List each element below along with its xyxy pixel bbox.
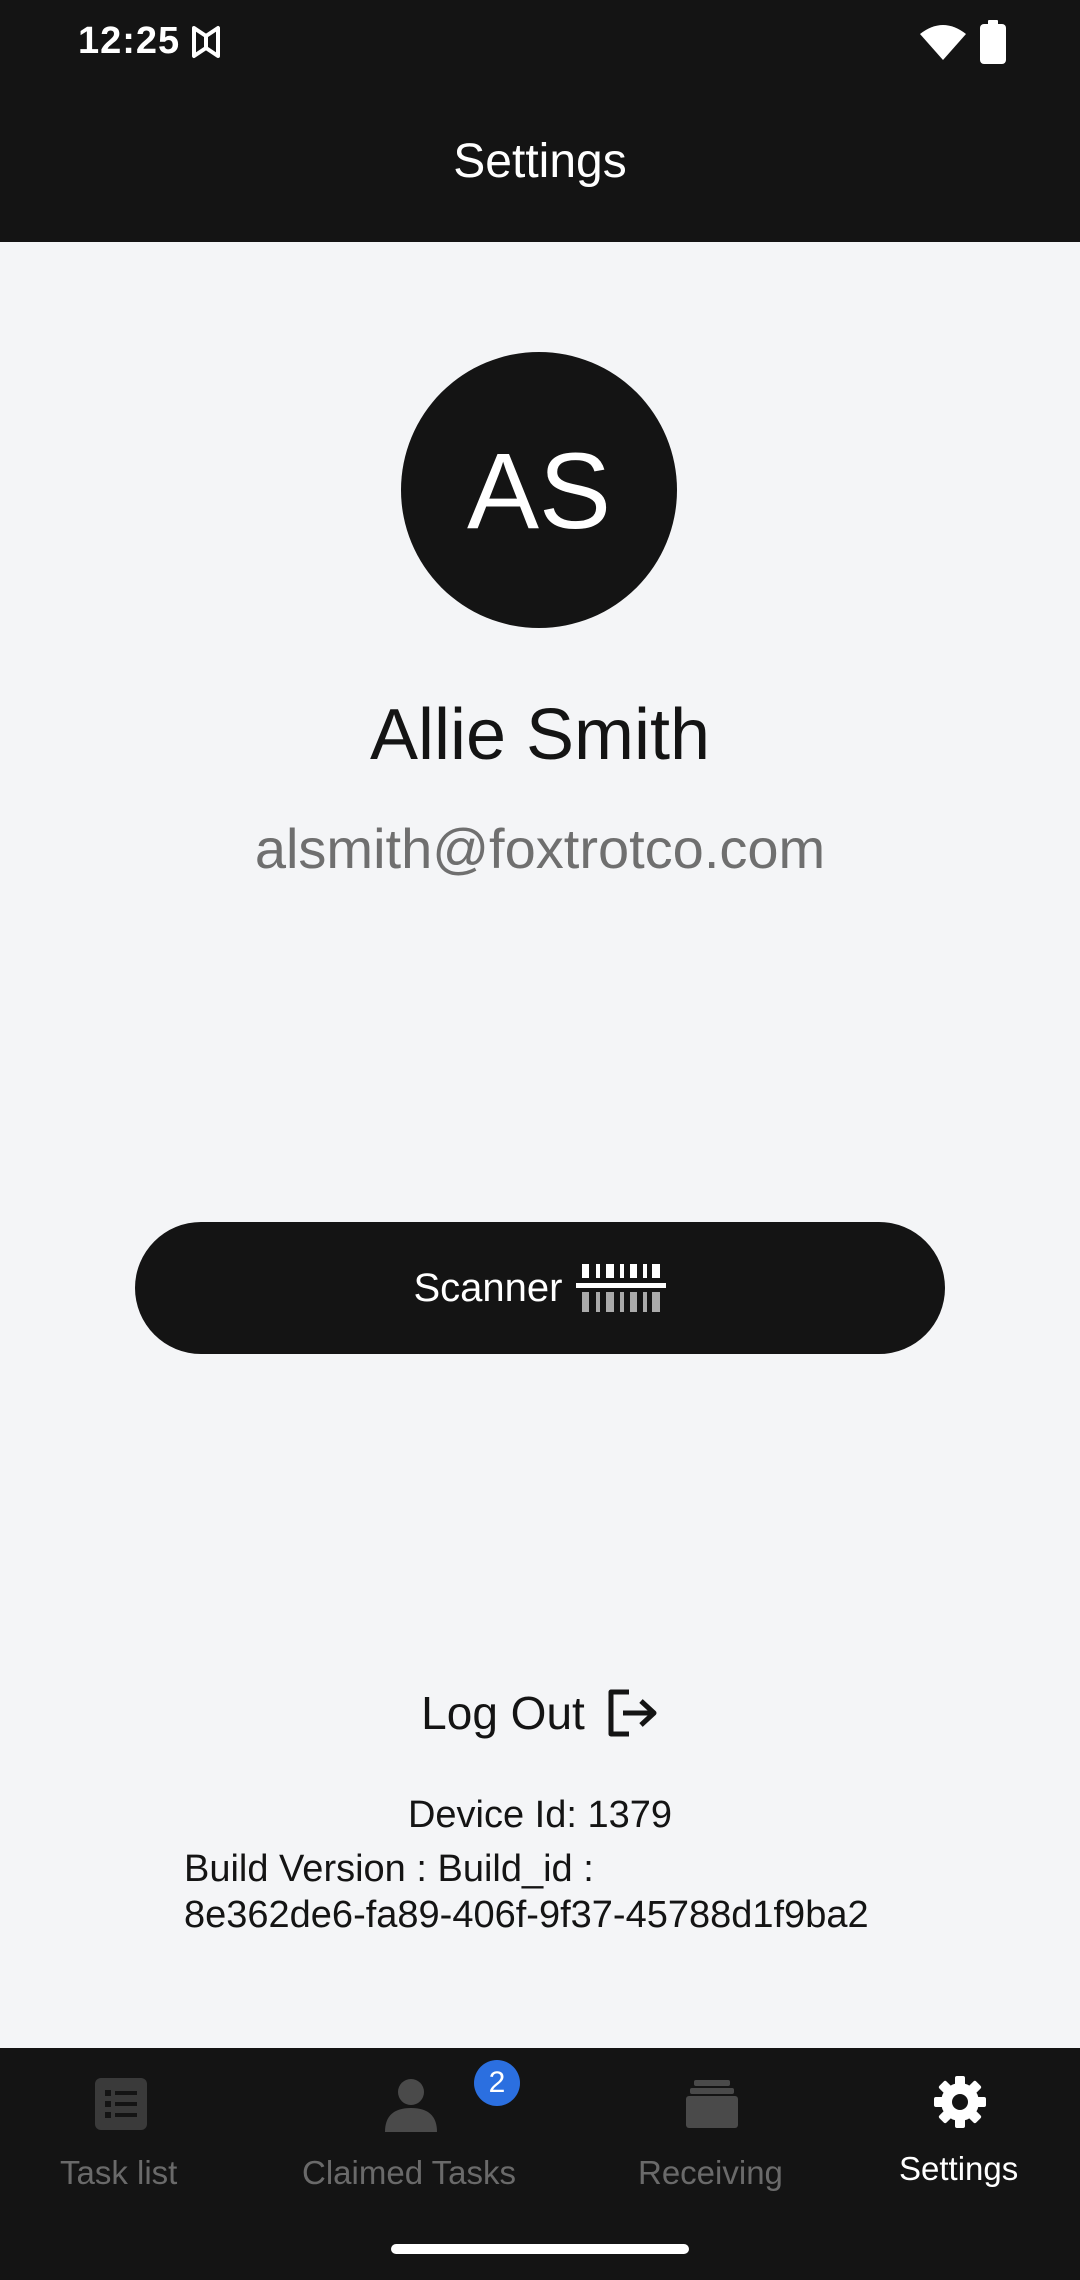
build-version: Build Version : Build_id : 8e362de6-fa89… [184, 1846, 944, 1938]
nav-item-settings[interactable]: Settings [860, 2048, 1060, 2214]
battery-icon [980, 20, 1006, 64]
gesture-bar [0, 2214, 1080, 2280]
device-id: Device Id: 1379 [407, 1794, 673, 1836]
avatar-initials: AS [466, 429, 612, 551]
build-version-line2: 8e362de6-fa89-406f-9f37-45788d1f9ba2 [184, 1894, 869, 1936]
logout-icon [608, 1689, 657, 1737]
notification-app-icon [192, 26, 220, 58]
claimed-tasks-badge: 2 [474, 2060, 520, 2106]
home-indicator[interactable] [391, 2244, 689, 2254]
barcode-scanner-icon [576, 1264, 667, 1312]
build-version-line1: Build Version : Build_id : [184, 1848, 594, 1890]
scanner-button[interactable]: Scanner [135, 1222, 945, 1354]
nav-label-receiving: Receiving [638, 2154, 783, 2191]
logout-button[interactable]: Log Out [0, 1686, 1080, 1740]
status-time: 12:25 [78, 20, 181, 62]
user-name: Allie Smith [369, 695, 711, 775]
person-icon [385, 2079, 437, 2132]
page-title: Settings [453, 135, 627, 188]
task-list-icon [95, 2078, 147, 2130]
nav-label-task-list: Task list [60, 2154, 178, 2191]
nav-item-receiving[interactable]: Receiving [590, 2048, 830, 2214]
user-email: alsmith@foxtrotco.com [254, 817, 826, 880]
stack-icon [686, 2080, 738, 2128]
nav-label-claimed-tasks: Claimed Tasks [302, 2154, 516, 2191]
avatar: AS [401, 352, 677, 628]
gear-icon [934, 2076, 986, 2128]
app-bar: Settings [0, 86, 1080, 242]
status-bar: 12:25 [0, 0, 1080, 86]
nav-label-settings: Settings [899, 2150, 1019, 2187]
wifi-icon [920, 25, 966, 60]
logout-label: Log Out [421, 1687, 585, 1739]
bottom-nav: Task list Claimed Tasks Receiving Settin… [0, 2048, 1080, 2214]
nav-item-task-list[interactable]: Task list [0, 2048, 242, 2214]
scanner-button-label: Scanner [413, 1265, 563, 1310]
